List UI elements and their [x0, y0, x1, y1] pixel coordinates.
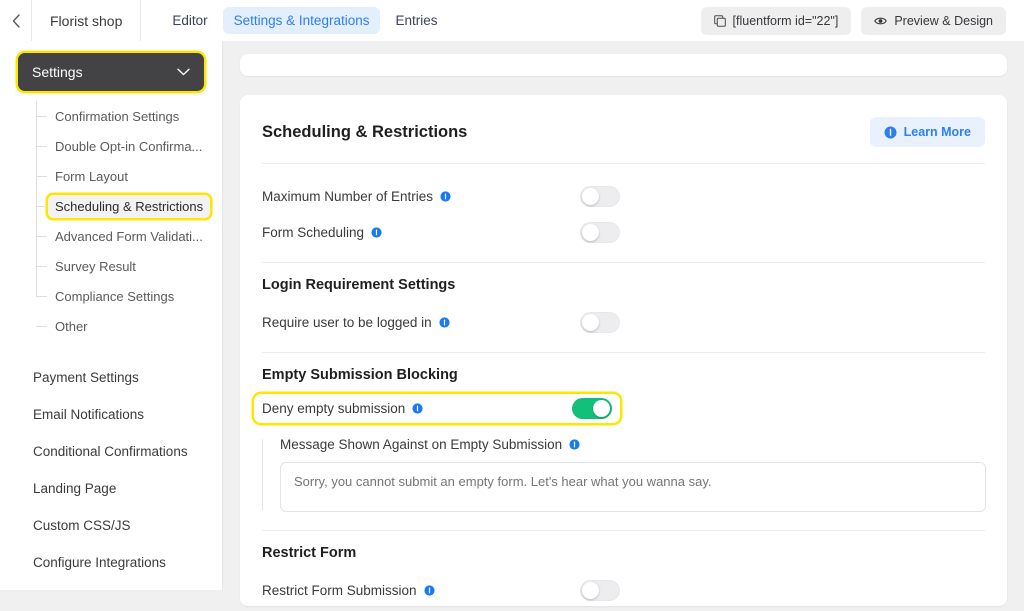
row-label: Maximum Number of Entries	[262, 189, 580, 204]
toggle-knob	[582, 224, 599, 241]
nav-tabs: Editor Settings & Integrations Entries	[141, 0, 448, 41]
toggle-restrict-form-submission[interactable]	[580, 580, 620, 601]
info-icon[interactable]	[569, 439, 580, 450]
message-label: Message Shown Against on Empty Submissio…	[280, 437, 985, 452]
sidebar-item-compliance-settings[interactable]: Compliance Settings	[36, 281, 222, 311]
settings-header-wrap: Settings	[0, 53, 222, 91]
row-deny-empty-submission: Deny empty submission	[254, 394, 620, 423]
chevron-down-icon	[177, 68, 190, 76]
sidebar-item-label: Other	[55, 319, 88, 334]
eye-icon	[874, 16, 887, 26]
section-restrict-form: Restrict Form Restrict Form Submission	[262, 531, 985, 606]
empty-submission-message-input[interactable]	[280, 462, 986, 512]
info-icon[interactable]	[371, 227, 382, 238]
info-icon[interactable]	[439, 317, 450, 328]
section-title-login: Login Requirement Settings	[262, 277, 985, 293]
row-require-user-logged-in: Require user to be logged in	[262, 304, 985, 340]
chevron-left-icon	[12, 14, 20, 28]
row-form-scheduling: Form Scheduling	[262, 214, 985, 250]
top-bar-right: [fluentform id="22"] Preview & Design	[701, 0, 1024, 41]
section-login-requirement: Login Requirement Settings Require user …	[262, 263, 985, 352]
message-label-text: Message Shown Against on Empty Submissio…	[280, 437, 562, 452]
top-bar-left: Florist shop Editor Settings & Integrati…	[0, 0, 449, 41]
sidebar: Settings Confirmation Settings Double Op…	[0, 41, 223, 590]
preview-label: Preview & Design	[894, 14, 993, 28]
sidebar-item-double-optin[interactable]: Double Opt-in Confirma...	[36, 131, 222, 161]
sidebar-item-label: Advanced Form Validati...	[55, 229, 203, 244]
sidebar-item-form-layout[interactable]: Form Layout	[36, 161, 222, 191]
sidebar-item-label: Survey Result	[55, 259, 136, 274]
section-scheduling: Maximum Number of Entries Form Schedulin…	[262, 164, 985, 262]
settings-subtree: Confirmation Settings Double Opt-in Conf…	[0, 101, 222, 341]
sidebar-item-label: Compliance Settings	[55, 289, 174, 304]
row-label-text: Require user to be logged in	[262, 315, 432, 330]
toggle-form-scheduling[interactable]	[580, 222, 620, 243]
empty-submission-message-block: Message Shown Against on Empty Submissio…	[262, 437, 985, 512]
row-label: Restrict Form Submission	[262, 583, 580, 598]
row-restrict-form-submission: Restrict Form Submission	[262, 572, 985, 606]
shortcode-label: [fluentform id="22"]	[733, 14, 839, 28]
top-bar: Florist shop Editor Settings & Integrati…	[0, 0, 1024, 41]
info-icon[interactable]	[440, 191, 451, 202]
sidebar-item-label: Scheduling & Restrictions	[48, 195, 210, 218]
card-header: Scheduling & Restrictions Learn More	[262, 95, 985, 163]
back-button[interactable]	[0, 0, 32, 41]
sidebar-item-configure-integrations[interactable]: Configure Integrations	[0, 544, 222, 581]
info-icon[interactable]	[424, 585, 435, 596]
sidebar-item-payment-settings[interactable]: Payment Settings	[0, 359, 222, 396]
sidebar-item-conditional-confirmations[interactable]: Conditional Confirmations	[0, 433, 222, 470]
app-shell: Settings Confirmation Settings Double Op…	[0, 41, 1024, 611]
row-maximum-number-of-entries: Maximum Number of Entries	[262, 178, 985, 214]
row-label-text: Maximum Number of Entries	[262, 189, 433, 204]
toggle-knob	[582, 188, 599, 205]
sidebar-item-advanced-form-validation[interactable]: Advanced Form Validati...	[36, 221, 222, 251]
section-title-empty-submission: Empty Submission Blocking	[262, 367, 985, 383]
row-label-text: Form Scheduling	[262, 225, 364, 240]
row-label: Deny empty submission	[262, 401, 572, 416]
toggle-knob	[582, 314, 599, 331]
row-label: Require user to be logged in	[262, 315, 580, 330]
sidebar-settings-header[interactable]: Settings	[18, 53, 204, 91]
section-title-restrict-form: Restrict Form	[262, 545, 985, 561]
row-label-text: Deny empty submission	[262, 401, 405, 416]
sidebar-item-other[interactable]: Other	[36, 311, 222, 341]
row-label-text: Restrict Form Submission	[262, 583, 417, 598]
settings-header-label: Settings	[32, 64, 83, 80]
tab-editor[interactable]: Editor	[161, 7, 218, 34]
copy-icon	[714, 15, 726, 27]
learn-more-button[interactable]: Learn More	[870, 117, 985, 147]
tab-entries[interactable]: Entries	[384, 7, 448, 34]
sidebar-item-custom-css-js[interactable]: Custom CSS/JS	[0, 507, 222, 544]
sidebar-item-label: Form Layout	[55, 169, 128, 184]
toggle-maximum-number-of-entries[interactable]	[580, 186, 620, 207]
sidebar-item-scheduling-restrictions[interactable]: Scheduling & Restrictions	[36, 191, 222, 221]
scheduling-restrictions-card: Scheduling & Restrictions Learn More Max…	[240, 95, 1007, 606]
top-stub-card	[240, 54, 1007, 76]
sidebar-item-survey-result[interactable]: Survey Result	[36, 251, 222, 281]
sidebar-item-label: Confirmation Settings	[55, 109, 179, 124]
toggle-knob	[593, 400, 610, 417]
page-title: Scheduling & Restrictions	[262, 123, 467, 142]
tab-settings-integrations[interactable]: Settings & Integrations	[223, 7, 381, 34]
sidebar-main-items: Payment Settings Email Notifications Con…	[0, 359, 222, 581]
form-name[interactable]: Florist shop	[32, 0, 141, 41]
toggle-knob	[582, 582, 599, 599]
section-empty-submission-blocking: Empty Submission Blocking Deny empty sub…	[262, 353, 985, 530]
content-area: Scheduling & Restrictions Learn More Max…	[223, 41, 1024, 611]
sidebar-item-email-notifications[interactable]: Email Notifications	[0, 396, 222, 433]
info-circle-icon	[884, 126, 897, 139]
sidebar-item-landing-page[interactable]: Landing Page	[0, 470, 222, 507]
sidebar-item-label: Double Opt-in Confirma...	[55, 139, 202, 154]
row-label: Form Scheduling	[262, 225, 580, 240]
learn-more-label: Learn More	[904, 125, 971, 139]
sidebar-item-confirmation-settings[interactable]: Confirmation Settings	[36, 101, 222, 131]
info-icon[interactable]	[412, 403, 423, 414]
shortcode-button[interactable]: [fluentform id="22"]	[701, 7, 852, 35]
preview-design-button[interactable]: Preview & Design	[861, 7, 1006, 35]
toggle-require-user-logged-in[interactable]	[580, 312, 620, 333]
toggle-deny-empty-submission[interactable]	[572, 398, 612, 419]
